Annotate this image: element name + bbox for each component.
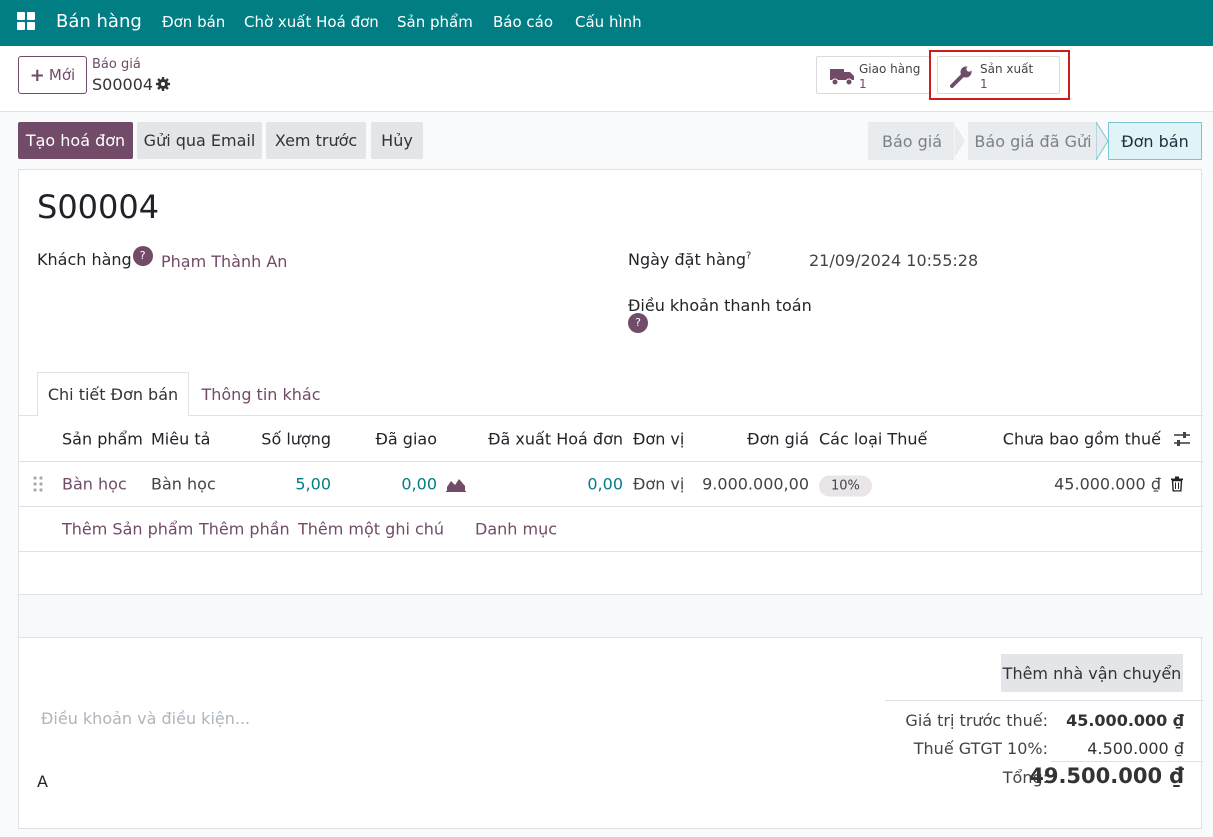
column-header-delivered[interactable]: Đã giao	[376, 429, 437, 448]
untaxed-amount-value: 45.000.000 ₫	[1066, 711, 1184, 730]
smart-button-delivery-count: 1	[859, 77, 867, 91]
app-brand[interactable]: Bán hàng	[56, 11, 142, 32]
tax-badge: 10%	[819, 475, 872, 497]
empty-row	[19, 595, 1203, 638]
nav-item-reporting[interactable]: Báo cáo	[493, 13, 553, 31]
tab-other-info[interactable]: Thông tin khác	[191, 372, 331, 416]
order-date-label-text: Ngày đặt hàng	[628, 250, 747, 269]
breadcrumb-parent[interactable]: Báo giá	[92, 57, 141, 72]
nav-item-products[interactable]: Sản phẩm	[397, 13, 473, 31]
order-date-field[interactable]: 21/09/2024 10:55:28	[809, 251, 978, 270]
column-header-unit[interactable]: Đơn vị	[633, 429, 684, 448]
add-line-row: Thêm Sản phẩm Thêm phần Thêm một ghi chú…	[19, 507, 1203, 552]
line-unit[interactable]: Đơn vị	[633, 475, 684, 494]
breadcrumb-current: S00004	[92, 75, 154, 94]
totals-summary: Giá trị trước thuế: 45.000.000 ₫ Thuế GT…	[885, 700, 1203, 788]
totals-divider	[1051, 761, 1203, 762]
customer-label-text: Khách hàng	[37, 250, 132, 269]
line-product[interactable]: Bàn học	[62, 475, 127, 494]
tab-order-lines[interactable]: Chi tiết Đơn bán	[37, 372, 189, 417]
nav-item-orders[interactable]: Đơn bán	[162, 13, 225, 31]
line-subtotal: 45.000.000 ₫	[1054, 474, 1161, 494]
column-header-invoiced[interactable]: Đã xuất Hoá đơn	[488, 429, 623, 448]
truck-icon	[830, 69, 854, 86]
smart-button-delivery[interactable]: Giao hàng 1	[816, 56, 930, 94]
tax-amount-label: Thuế GTGT 10%:	[913, 739, 1048, 758]
form-sheet: S00004 Khách hàng? Phạm Thành An Ngày đặ…	[18, 169, 1203, 829]
total-value: 49.500.000 ₫	[1029, 764, 1184, 788]
order-name: S00004	[37, 188, 160, 226]
new-button-label: Mới	[48, 66, 76, 84]
customer-label: Khách hàng?	[37, 246, 153, 272]
smart-button-delivery-label: Giao hàng	[859, 62, 921, 76]
column-settings-icon[interactable]	[1173, 431, 1191, 447]
send-email-button[interactable]: Gửi qua Email	[137, 122, 262, 159]
action-bar: Tạo hoá đơn Gửi qua Email Xem trước Hủy …	[0, 112, 1213, 168]
column-header-quantity[interactable]: Số lượng	[261, 429, 331, 448]
plus-icon: +	[29, 64, 45, 86]
stage-quotation[interactable]: Báo giá	[868, 122, 956, 160]
drag-handle-icon[interactable]	[33, 476, 43, 492]
column-header-product[interactable]: Sản phẩm	[62, 429, 143, 448]
cancel-button[interactable]: Hủy	[371, 122, 423, 159]
notebook-tabs: Chi tiết Đơn bán Thông tin khác	[19, 372, 1203, 417]
nav-item-to-invoice[interactable]: Chờ xuất Hoá đơn	[244, 13, 379, 31]
line-price[interactable]: 9.000.000,00	[702, 475, 809, 494]
create-invoice-button[interactable]: Tạo hoá đơn	[18, 122, 133, 159]
control-panel: + Mới Báo giá S00004 Giao hàng 1 Sản xuấ…	[0, 46, 1213, 112]
table-row[interactable]: Bàn học Bàn học 5,00 0,00 0,00 Đơn vị 9.…	[19, 462, 1203, 507]
table-header-row: Sản phẩm Miêu tả Số lượng Đã giao Đã xuấ…	[19, 416, 1203, 462]
apps-menu-icon[interactable]	[17, 12, 35, 30]
note-text: A	[37, 772, 48, 791]
stage-quotation-sent[interactable]: Báo giá đã Gửi	[968, 122, 1098, 160]
help-icon[interactable]: ?	[132, 246, 153, 266]
highlight-annotation-box	[929, 50, 1070, 100]
stage-sales-order[interactable]: Đơn bán	[1108, 122, 1202, 160]
tax-amount-value: 4.500.000 ₫	[1087, 739, 1184, 758]
status-bar: Báo giá Báo giá đã Gửi Đơn bán	[868, 122, 1202, 160]
line-quantity[interactable]: 5,00	[295, 475, 331, 494]
empty-row	[19, 552, 1203, 595]
column-header-price[interactable]: Đơn giá	[747, 429, 809, 448]
order-date-help-sup[interactable]: ?	[746, 251, 751, 262]
add-note-link[interactable]: Thêm một ghi chú	[298, 520, 444, 539]
line-tax[interactable]: 10%	[819, 475, 872, 497]
gear-icon[interactable]	[155, 76, 171, 92]
order-date-label: Ngày đặt hàng?	[628, 250, 751, 269]
column-header-taxes[interactable]: Các loại Thuế	[819, 429, 927, 448]
column-header-description[interactable]: Miêu tả	[151, 429, 210, 448]
nav-item-configuration[interactable]: Cấu hình	[575, 13, 642, 31]
add-shipping-button[interactable]: Thêm nhà vận chuyển	[1001, 654, 1183, 692]
forecast-chart-icon[interactable]	[446, 476, 466, 492]
order-footer: Thêm nhà vận chuyển Điều khoản và điều k…	[19, 637, 1203, 837]
column-header-subtotal[interactable]: Chưa bao gồm thuế	[1003, 429, 1161, 448]
add-product-link[interactable]: Thêm Sản phẩm	[62, 520, 193, 539]
new-button[interactable]: + Mới	[18, 56, 87, 94]
terms-input[interactable]: Điều khoản và điều kiện...	[41, 709, 250, 728]
help-icon[interactable]: ?	[628, 313, 648, 333]
line-delivered[interactable]: 0,00	[401, 475, 437, 494]
payment-terms-label: Điều khoản thanh toán	[628, 296, 812, 315]
add-section-link[interactable]: Thêm phần	[199, 520, 290, 539]
untaxed-amount-label: Giá trị trước thuế:	[905, 711, 1048, 730]
line-description[interactable]: Bàn học	[151, 475, 216, 494]
top-navbar: Bán hàng Đơn bán Chờ xuất Hoá đơn Sản ph…	[0, 0, 1213, 46]
line-invoiced[interactable]: 0,00	[587, 475, 623, 494]
customer-field[interactable]: Phạm Thành An	[161, 252, 287, 271]
catalog-link[interactable]: Danh mục	[475, 520, 557, 539]
trash-icon[interactable]	[1171, 476, 1183, 492]
preview-button[interactable]: Xem trước	[266, 122, 366, 159]
